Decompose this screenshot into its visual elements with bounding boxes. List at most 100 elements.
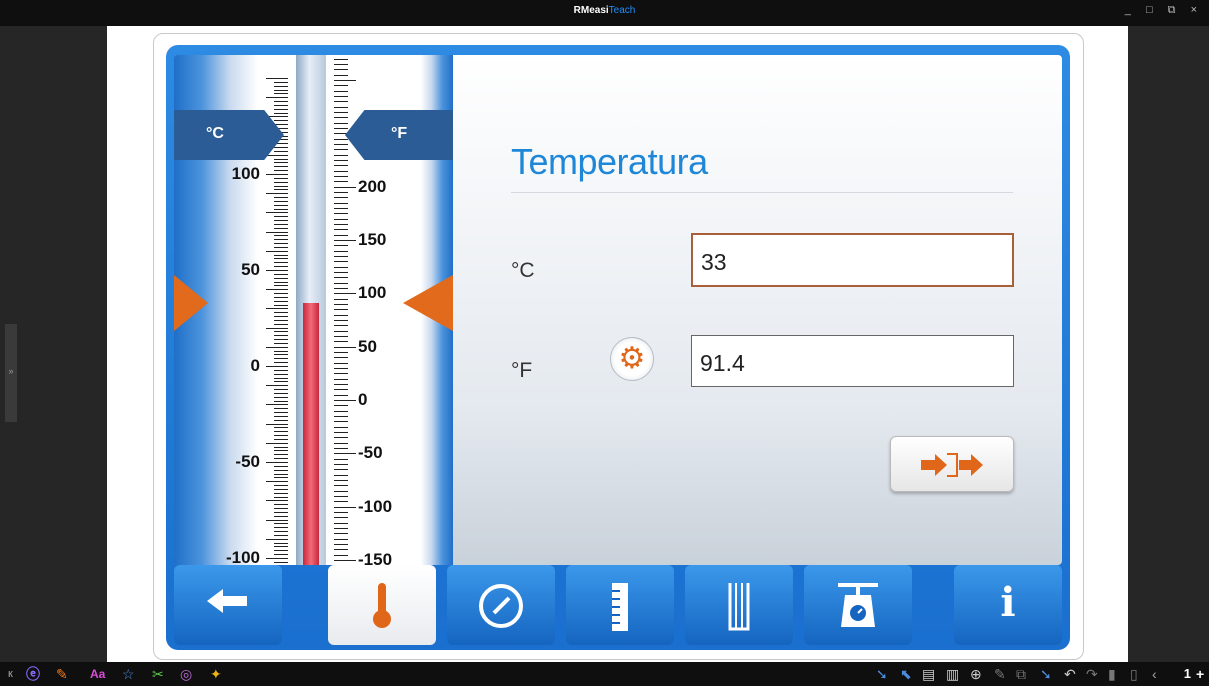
celsius-tick — [274, 396, 288, 398]
celsius-tick — [274, 200, 288, 202]
celsius-tick — [274, 546, 288, 548]
pen-icon[interactable]: ✎ — [56, 666, 68, 682]
columns-icon[interactable]: ▥ — [946, 666, 959, 682]
expand-sidebar-handle[interactable]: » — [5, 324, 17, 422]
browser-icon[interactable]: ⓔ — [26, 666, 40, 682]
nav-pressure-button[interactable] — [447, 565, 555, 645]
clip-icon[interactable]: ✂ — [152, 666, 164, 682]
gear-icon[interactable]: ⚙ — [610, 337, 654, 381]
fahrenheit-tick — [334, 384, 348, 386]
window-controls[interactable]: _ □ ⧉ × — [1125, 4, 1203, 17]
delete-icon[interactable]: ▮ — [1108, 666, 1116, 682]
fahrenheit-tick — [334, 64, 348, 66]
celsius-tick — [274, 235, 288, 237]
fahrenheit-tick — [334, 74, 348, 76]
screen: RMeasiTeach _ □ ⧉ × » 100500-50-10025020… — [0, 0, 1209, 686]
fahrenheit-tick — [334, 549, 348, 551]
celsius-input[interactable]: 33 — [691, 233, 1014, 287]
celsius-tick — [274, 335, 288, 337]
fahrenheit-tick — [334, 229, 348, 231]
celsius-tick — [274, 373, 288, 375]
fahrenheit-tick — [334, 378, 348, 380]
celsius-tick — [274, 450, 288, 452]
camera-icon[interactable]: ◎ — [180, 666, 192, 682]
nav-volume-button[interactable] — [685, 565, 793, 645]
ruler-icon — [612, 583, 628, 631]
celsius-tick — [274, 554, 288, 556]
celsius-tick — [274, 454, 288, 456]
text-tool-icon[interactable]: Aa — [90, 666, 105, 682]
celsius-unit-label: °C — [206, 125, 224, 142]
fahrenheit-tick — [334, 389, 348, 391]
fahrenheit-tick — [334, 117, 348, 119]
fahrenheit-tick — [334, 288, 348, 290]
fahrenheit-tick — [334, 474, 348, 476]
celsius-tick — [274, 304, 288, 306]
celsius-tick — [274, 508, 288, 510]
prev-page-icon[interactable]: ‹ — [1152, 666, 1157, 682]
fahrenheit-tick — [334, 458, 348, 460]
celsius-tick — [274, 277, 288, 279]
fahrenheit-tick — [334, 282, 348, 284]
fahrenheit-tick — [334, 277, 348, 279]
celsius-tick — [274, 281, 288, 283]
nav-temperature-button[interactable] — [328, 565, 436, 645]
celsius-tick — [274, 108, 288, 110]
collapse-icon[interactable]: к — [8, 666, 13, 682]
fahrenheit-tick — [334, 112, 348, 114]
nav-mass-button[interactable] — [804, 565, 912, 645]
pointer-icon[interactable]: ➘ — [876, 666, 888, 682]
celsius-tick — [274, 85, 288, 87]
celsius-slider-arrow[interactable] — [174, 274, 208, 331]
undo-icon[interactable]: ↶ — [1064, 666, 1076, 682]
celsius-tick — [274, 488, 288, 490]
fahrenheit-tick — [334, 250, 348, 252]
fahrenheit-tick — [334, 128, 348, 130]
celsius-tick — [274, 104, 288, 106]
celsius-tick — [274, 316, 288, 318]
fahrenheit-tick — [334, 538, 348, 540]
marker-icon[interactable]: ➘ — [1040, 666, 1052, 682]
celsius-tick — [266, 154, 288, 156]
fahrenheit-tick — [334, 426, 348, 428]
fahrenheit-tick — [334, 453, 356, 455]
copy-icon[interactable]: ⧉ — [1016, 666, 1026, 682]
celsius-tick — [274, 523, 288, 525]
fahrenheit-tick — [334, 176, 348, 178]
board-icon[interactable]: ▤ — [922, 666, 935, 682]
redo-icon[interactable]: ↷ — [1086, 666, 1098, 682]
pencil-icon[interactable]: ✎ — [994, 666, 1006, 682]
fahrenheit-label: °F — [511, 359, 533, 382]
celsius-tick — [274, 223, 288, 225]
add-page-icon[interactable]: + — [1196, 666, 1204, 682]
fahrenheit-tick — [334, 58, 348, 60]
fahrenheit-tick — [334, 298, 348, 300]
thermometer-icon — [373, 583, 391, 628]
celsius-tick — [274, 296, 288, 298]
brush-icon[interactable]: ✦ — [210, 666, 222, 682]
celsius-tick — [266, 404, 288, 406]
back-button[interactable] — [174, 565, 282, 645]
celsius-tick — [274, 492, 288, 494]
fahrenheit-input[interactable]: 91.4 — [691, 335, 1014, 387]
celsius-tick — [274, 389, 288, 391]
celsius-tick — [274, 392, 288, 394]
celsius-tick — [274, 419, 288, 421]
celsius-tick — [266, 174, 288, 175]
fahrenheit-slider-arrow[interactable] — [403, 274, 453, 331]
convert-button[interactable] — [890, 436, 1014, 492]
celsius-tick — [274, 166, 288, 168]
fahrenheit-tick-label: 50 — [358, 336, 377, 356]
app-title-main: RMeasi — [573, 5, 609, 16]
star-icon[interactable]: ☆ — [122, 666, 135, 682]
celsius-tick — [274, 150, 288, 152]
celsius-tick — [274, 504, 288, 506]
zoom-icon[interactable]: ⊕ — [970, 666, 982, 682]
page-icon[interactable]: ▯ — [1130, 666, 1138, 682]
select-icon[interactable]: ⬉ — [900, 666, 912, 682]
nav-length-button[interactable] — [566, 565, 674, 645]
fahrenheit-tick — [334, 266, 348, 268]
fahrenheit-tick — [334, 314, 348, 316]
celsius-tick — [274, 147, 288, 149]
info-button[interactable]: i — [954, 565, 1062, 645]
